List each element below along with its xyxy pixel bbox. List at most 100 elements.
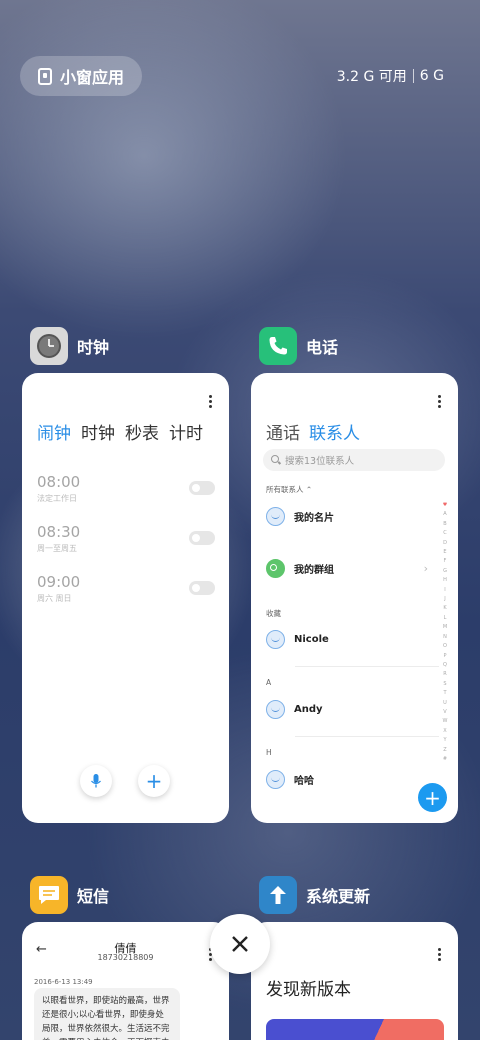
all-contacts-filter[interactable]: 所有联系人 ⌃ <box>266 484 312 495</box>
favorites-label: 收藏 <box>266 609 281 618</box>
alphabet-index-letter[interactable]: H <box>443 576 447 585</box>
alphabet-index-letter[interactable]: D <box>443 539 447 548</box>
small-window-apps-button[interactable]: 小窗应用 <box>20 56 143 96</box>
alarm-repeat: 法定工作日 <box>37 494 77 503</box>
my-card-item[interactable]: 我的名片 <box>266 507 438 526</box>
phone-icon <box>259 327 297 365</box>
alphabet-index-letter[interactable]: I <box>444 586 445 595</box>
alphabet-index-letter[interactable]: C <box>443 529 447 538</box>
search-placeholder: 搜索13位联系人 <box>285 456 355 467</box>
alarm-repeat: 周一至周五 <box>37 544 77 553</box>
clear-all-button[interactable] <box>210 914 270 974</box>
tab-clock[interactable]: 时钟 <box>81 419 115 444</box>
top-bar: 小窗应用 3.2 G 可用 6 G <box>20 56 444 96</box>
contact-name: 哈哈 <box>294 776 314 787</box>
divider <box>295 736 439 737</box>
alphabet-index-letter[interactable]: M <box>443 623 447 632</box>
contact-name: 我的群组 <box>294 565 334 576</box>
phone-app-card[interactable]: 通话 联系人 搜索13位联系人 所有联系人 ⌃ 我的名片 我的群组 › 收藏 N… <box>251 373 458 823</box>
phone-app-header[interactable]: 电话 <box>259 327 338 365</box>
tab-alarm[interactable]: 闹钟 <box>37 419 71 444</box>
alphabet-index-letter[interactable]: S <box>443 680 446 689</box>
section-letter: A <box>266 678 272 687</box>
more-options-icon[interactable] <box>438 948 442 963</box>
add-alarm-button[interactable]: + <box>138 765 170 797</box>
update-app-card[interactable]: 发现新版本 <box>251 922 458 1040</box>
tab-calls[interactable]: 通话 <box>266 419 300 444</box>
my-groups-item[interactable]: 我的群组 <box>266 559 438 578</box>
tab-contacts[interactable]: 联系人 <box>309 419 360 444</box>
voice-alarm-button[interactable] <box>80 765 112 797</box>
alphabet-index-letter[interactable]: O <box>443 642 447 651</box>
message-icon <box>30 876 68 914</box>
memory-total: 6 G <box>419 68 444 84</box>
alphabet-index-letter[interactable]: F <box>444 557 447 566</box>
clock-app-header[interactable]: 时钟 <box>30 327 109 365</box>
alphabet-index-letter[interactable]: R <box>443 670 446 679</box>
alphabet-index-letter[interactable]: K <box>443 604 446 613</box>
contact-name: 我的名片 <box>294 513 334 524</box>
message-date: 2016-6-13 13:49 <box>34 978 93 986</box>
alphabet-index-letter[interactable]: X <box>443 727 446 736</box>
alphabet-index-letter[interactable]: ♥ <box>443 501 447 510</box>
message-bubble: 以眼看世界，即使站的最高，世界还是很小;以心看世界，即使身处局限，世界依然很大。… <box>34 988 180 1040</box>
tab-timer[interactable]: 计时 <box>169 419 203 444</box>
contact-name: Nicole <box>294 634 329 645</box>
alphabet-index-letter[interactable]: T <box>443 689 446 698</box>
contact-item[interactable]: 哈哈 <box>266 770 438 789</box>
update-app-header[interactable]: 系统更新 <box>259 876 370 914</box>
avatar-icon <box>266 700 285 719</box>
add-contact-button[interactable]: + <box>418 783 447 812</box>
tab-stopwatch[interactable]: 秒表 <box>125 419 159 444</box>
alphabet-index-letter[interactable]: J <box>444 595 445 604</box>
alphabet-index-letter[interactable]: G <box>443 567 447 576</box>
alphabet-index-letter[interactable]: L <box>444 614 447 623</box>
alphabet-index-letter[interactable]: P <box>443 652 446 661</box>
contact-name: Andy <box>294 704 323 715</box>
clock-icon <box>30 327 68 365</box>
alarm-item[interactable]: 09:00 周六 周日 <box>37 573 215 604</box>
more-options-icon[interactable] <box>209 395 213 410</box>
alphabet-index-letter[interactable]: A <box>443 510 446 519</box>
alphabet-index-letter[interactable]: Y <box>443 736 446 745</box>
small-window-icon <box>38 67 52 85</box>
contact-item[interactable]: Nicole <box>266 630 438 649</box>
clock-tabs: 闹钟 时钟 秒表 计时 <box>37 419 203 444</box>
divider <box>295 666 439 667</box>
alarm-toggle[interactable] <box>189 481 215 495</box>
arrow-up-icon <box>259 876 297 914</box>
phone-tabs: 通话 联系人 <box>266 419 360 444</box>
sms-app-card[interactable]: ← 倩倩 18730218809 2016-6-13 13:49 以眼看世界，即… <box>22 922 229 1040</box>
close-icon <box>232 936 248 952</box>
avatar-icon <box>266 770 285 789</box>
alarm-item[interactable]: 08:30 周一至周五 <box>37 523 215 554</box>
alphabet-index[interactable]: ♥ A B C D E F G H I J K L M N O P Q R S T U V W X Y Z # <box>441 501 449 764</box>
contact-item[interactable]: Andy <box>266 700 438 719</box>
alphabet-index-letter[interactable]: E <box>443 548 446 557</box>
phone-app-name: 电话 <box>306 338 339 357</box>
conversation-contact-number: 18730218809 <box>97 953 154 962</box>
avatar-icon <box>266 630 285 649</box>
alarm-toggle[interactable] <box>189 581 215 595</box>
microphone-icon <box>91 774 101 788</box>
alarm-item[interactable]: 08:00 法定工作日 <box>37 473 215 504</box>
more-options-icon[interactable] <box>438 395 442 410</box>
alphabet-index-letter[interactable]: Z <box>443 746 446 755</box>
group-icon <box>266 559 285 578</box>
update-banner <box>266 1019 444 1040</box>
alphabet-index-letter[interactable]: W <box>443 717 448 726</box>
sms-app-header[interactable]: 短信 <box>30 876 109 914</box>
alphabet-index-letter[interactable]: N <box>443 633 447 642</box>
alphabet-index-letter[interactable]: Q <box>443 661 447 670</box>
small-window-label: 小窗应用 <box>60 68 125 87</box>
alphabet-index-letter[interactable]: U <box>443 699 447 708</box>
alarm-toggle[interactable] <box>189 531 215 545</box>
alphabet-index-letter[interactable]: B <box>443 520 446 529</box>
contact-search-input[interactable]: 搜索13位联系人 <box>263 449 445 471</box>
alarm-repeat: 周六 周日 <box>37 594 72 603</box>
section-letter: H <box>266 748 272 757</box>
alphabet-index-letter[interactable]: # <box>443 755 447 764</box>
memory-status: 3.2 G 可用 6 G <box>337 66 444 86</box>
alphabet-index-letter[interactable]: V <box>443 708 446 717</box>
clock-app-card[interactable]: 闹钟 时钟 秒表 计时 08:00 法定工作日 08:30 周一至周五 09:0… <box>22 373 229 823</box>
